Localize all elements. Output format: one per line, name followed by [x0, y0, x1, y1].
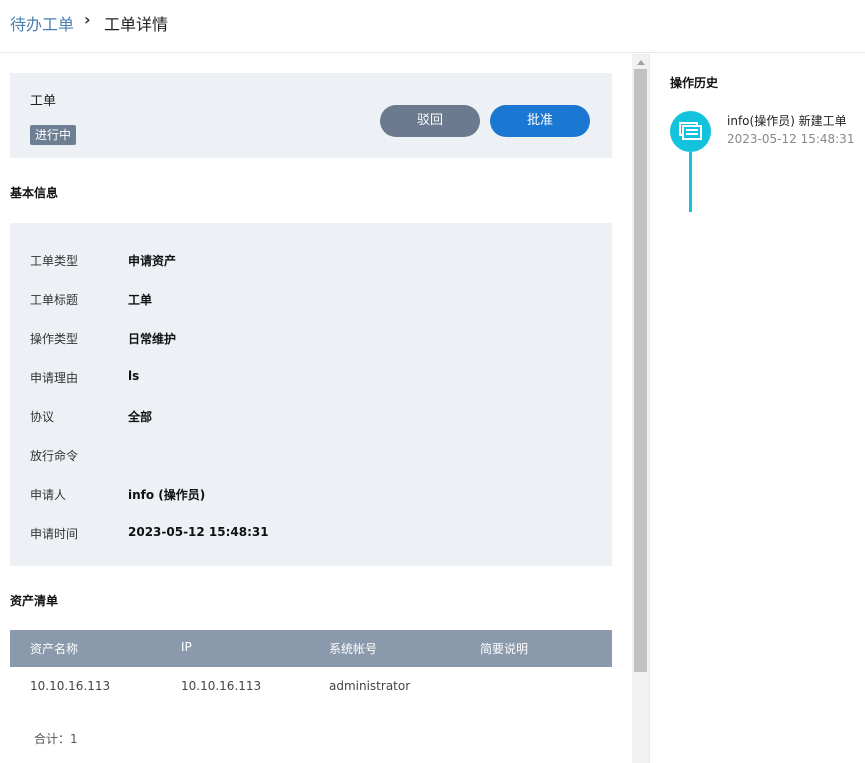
- timeline-line: [689, 152, 692, 212]
- column-header-asset-name: 资产名称: [30, 642, 79, 656]
- info-label: 工单类型: [30, 254, 79, 268]
- info-row-apply-time: 申请时间 2023-05-12 15:48:31: [30, 525, 590, 545]
- approve-button[interactable]: 批准: [490, 105, 590, 137]
- info-row-operation-type: 操作类型 日常维护: [30, 330, 590, 350]
- info-row-reason: 申请理由 ls: [30, 369, 590, 389]
- info-label: 放行命令: [30, 449, 79, 463]
- info-value: ls: [128, 369, 140, 383]
- column-header-ip: IP: [181, 640, 192, 654]
- column-header-description: 简要说明: [480, 642, 529, 656]
- info-label: 申请时间: [30, 527, 79, 541]
- history-item-text: info(操作员) 新建工单: [727, 114, 847, 128]
- info-value: 全部: [128, 410, 153, 424]
- info-value: 申请资产: [128, 254, 177, 268]
- breadcrumb-current: 工单详情: [104, 15, 169, 34]
- info-row-applicant: 申请人 info (操作员): [30, 486, 590, 506]
- status-badge: 进行中: [30, 125, 77, 145]
- info-row-ticket-title: 工单标题 工单: [30, 291, 590, 311]
- scrollbar-thumb[interactable]: [634, 69, 647, 672]
- asset-list-title: 资产清单: [10, 594, 59, 608]
- total-count: 合计：1: [34, 732, 78, 746]
- message-icon: [670, 111, 711, 152]
- table-header: 资产名称 IP 系统帐号 简要说明: [10, 630, 612, 667]
- reject-button[interactable]: 驳回: [380, 105, 480, 137]
- column-header-system-account: 系统帐号: [329, 642, 378, 656]
- main-content: 工单 进行中 驳回 批准 基本信息 工单类型 申请资产 工单标题 工单 操作类型…: [0, 54, 632, 763]
- top-bar: 待办工单 › 工单详情: [0, 0, 865, 53]
- info-label: 申请人: [30, 488, 67, 502]
- ticket-title: 工单: [30, 94, 57, 109]
- chevron-right-icon: ›: [84, 10, 91, 29]
- history-sidebar: 操作历史 info(操作员) 新建工单 2023-05-12 15:48:31: [649, 54, 865, 763]
- info-value: 日常维护: [128, 332, 177, 346]
- info-row-ticket-type: 工单类型 申请资产: [30, 252, 590, 272]
- scroll-up-arrow-icon[interactable]: [637, 60, 645, 65]
- history-title: 操作历史: [670, 76, 719, 90]
- info-row-allowed-commands: 放行命令: [30, 447, 590, 467]
- info-value: info (操作员): [128, 488, 206, 502]
- history-item-time: 2023-05-12 15:48:31: [727, 132, 855, 146]
- cell-asset-name: 10.10.16.113: [30, 679, 111, 693]
- info-value: 工单: [128, 293, 153, 307]
- asset-table: 资产名称 IP 系统帐号 简要说明 10.10.16.113 10.10.16.…: [10, 630, 612, 707]
- info-label: 申请理由: [30, 371, 79, 385]
- info-value: 2023-05-12 15:48:31: [128, 525, 269, 539]
- basic-info-panel: 工单类型 申请资产 工单标题 工单 操作类型 日常维护 申请理由 ls 协议 全…: [10, 223, 612, 566]
- basic-info-title: 基本信息: [10, 186, 59, 200]
- cell-system-account: administrator: [329, 679, 411, 693]
- vertical-scrollbar[interactable]: [632, 54, 649, 763]
- ticket-summary-card: 工单 进行中 驳回 批准: [10, 73, 612, 158]
- info-label: 协议: [30, 410, 55, 424]
- table-row: 10.10.16.113 10.10.16.113 administrator: [10, 667, 612, 707]
- cell-ip: 10.10.16.113: [181, 679, 262, 693]
- info-label: 操作类型: [30, 332, 79, 346]
- info-row-protocol: 协议 全部: [30, 408, 590, 428]
- breadcrumb-parent-link[interactable]: 待办工单: [10, 11, 74, 35]
- info-label: 工单标题: [30, 293, 79, 307]
